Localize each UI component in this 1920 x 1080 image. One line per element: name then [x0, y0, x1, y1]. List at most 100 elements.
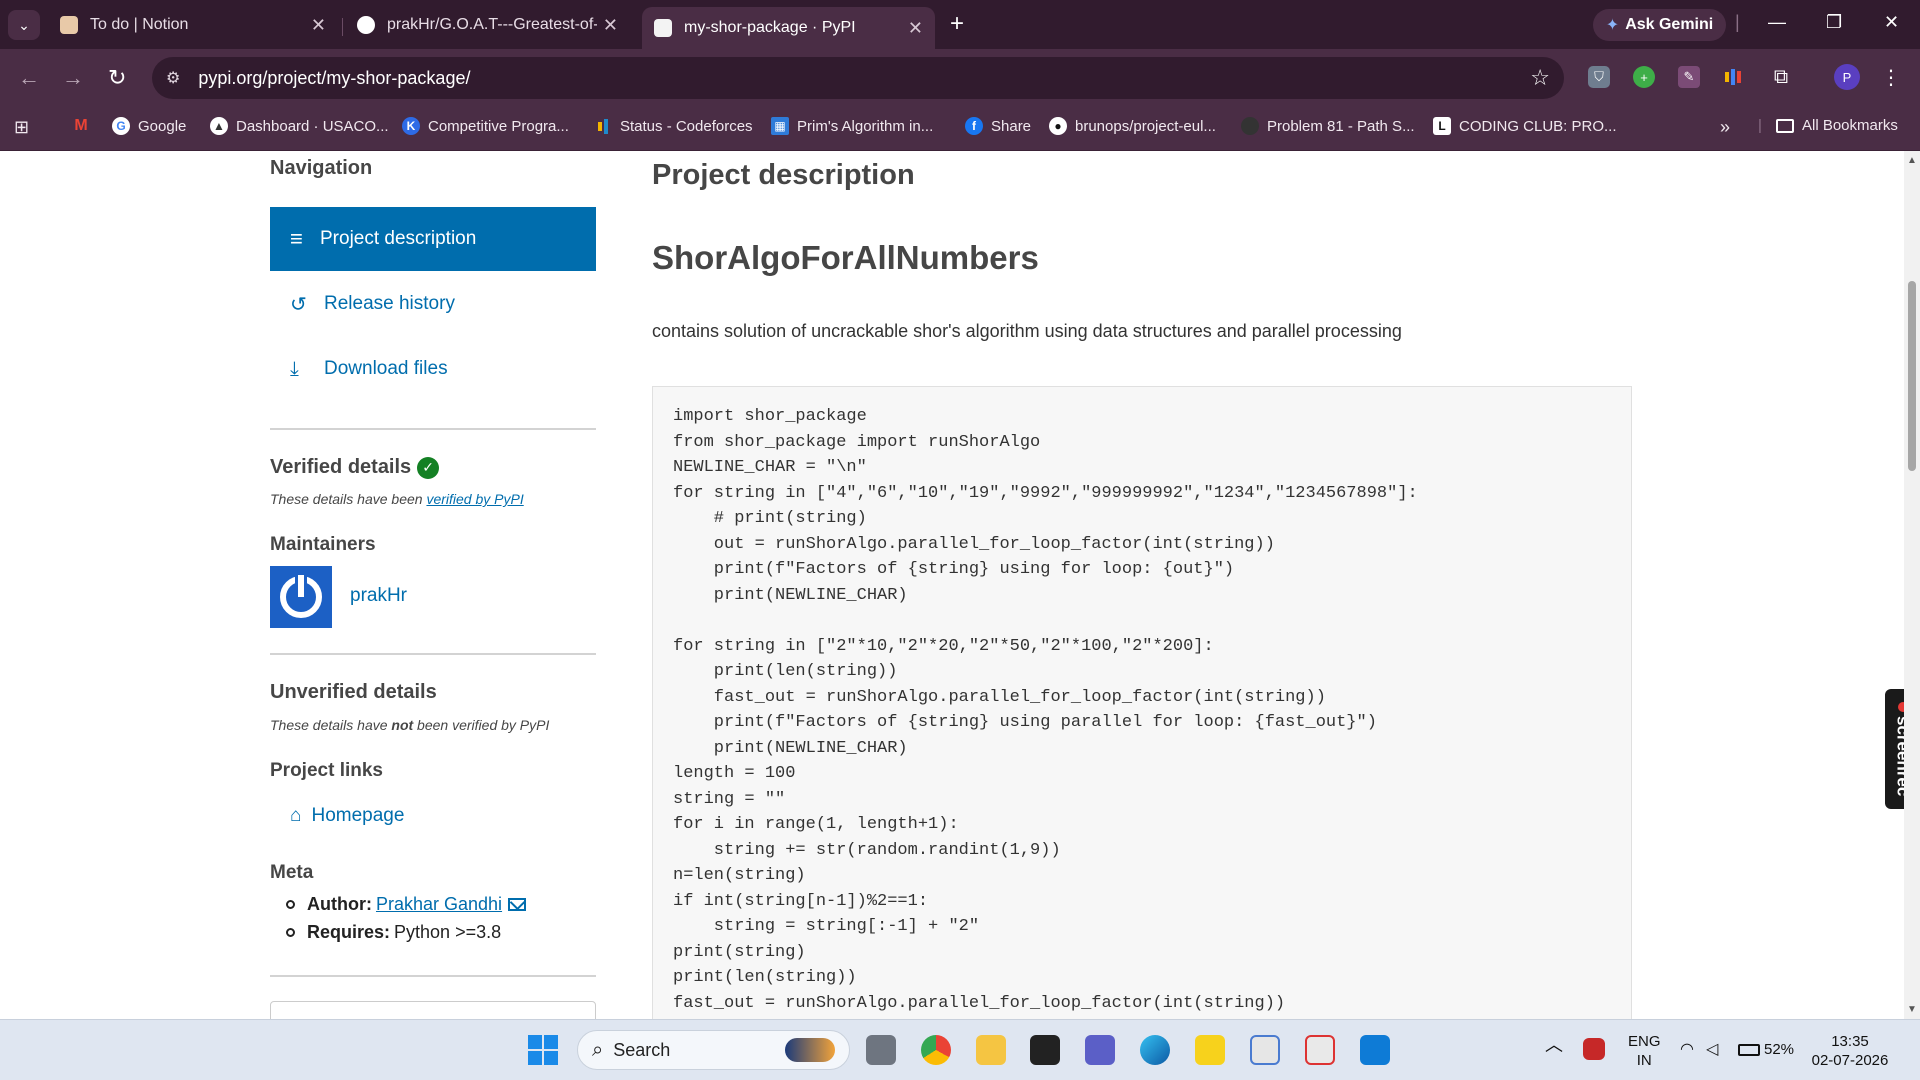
ask-gemini-button[interactable]: ✦ Ask Gemini	[1593, 9, 1726, 41]
edge-icon[interactable]	[1140, 1035, 1170, 1065]
verified-check-icon: ✓	[417, 456, 440, 479]
apps-grid-icon[interactable]: ⊞	[14, 117, 29, 138]
windows-start-icon[interactable]	[528, 1035, 558, 1065]
menu-kebab-icon[interactable]: ⋮	[1880, 66, 1902, 89]
code-line: from shor_package import runShorAlgo	[673, 432, 1041, 452]
notepad-icon[interactable]	[1250, 1035, 1280, 1065]
code-line: for string in ["2"*10,"2"*20,"2"*50,"2"*…	[673, 636, 1214, 656]
maintainer-link[interactable]: prakHr	[350, 585, 407, 607]
reload-button[interactable]: ↻	[108, 65, 126, 91]
tab-pypi[interactable]: my-shor-package · PyPI ✕	[642, 7, 935, 49]
bookmark-star-icon[interactable]: ☆	[1530, 65, 1550, 91]
all-bookmarks-button[interactable]: All Bookmarks	[1776, 117, 1898, 134]
project-links-heading: Project links	[270, 760, 383, 781]
close-tab-icon[interactable]: ✕	[311, 15, 326, 36]
teams-icon[interactable]	[1085, 1035, 1115, 1065]
taskbar-search[interactable]: ⌕ Search	[577, 1030, 850, 1070]
site-info-icon[interactable]: ⚙	[166, 68, 180, 88]
tray-chevron-icon[interactable]: ︿	[1545, 1036, 1563, 1055]
bookmark-cp[interactable]: K Competitive Progra...	[402, 117, 569, 135]
verified-by-pypi-link[interactable]: verified by PyPI	[426, 491, 523, 507]
restore-button[interactable]: ❐	[1826, 12, 1842, 33]
maintainer-avatar[interactable]	[270, 566, 332, 628]
snipping-tool-icon[interactable]	[1305, 1035, 1335, 1065]
nav-download-files[interactable]: ⤓ Download files	[270, 344, 596, 394]
browser-toolbar: ← → ↻ ⚙ pypi.org/project/my-shor-package…	[0, 49, 1920, 107]
chrome-icon[interactable]	[921, 1035, 951, 1065]
shield-extension-icon[interactable]: ⛉	[1588, 66, 1610, 88]
page-content: Navigation ≡ Project description ↺ Relea…	[0, 151, 1920, 1019]
code-block: import shor_packagefrom shor_package imp…	[652, 386, 1632, 1019]
scroll-down-icon[interactable]: ▼	[1907, 1004, 1917, 1015]
code-line: out = runShorAlgo.parallel_for_loop_fact…	[673, 534, 1275, 554]
code-line: print(string)	[673, 942, 806, 962]
color-extension-icon[interactable]: ✎	[1678, 66, 1700, 88]
coding-club-icon: L	[1433, 117, 1451, 135]
back-button[interactable]: ←	[18, 65, 40, 91]
bookmark-brunops[interactable]: ● brunops/project-eul...	[1049, 117, 1216, 135]
wifi-icon[interactable]: ◠	[1680, 1040, 1694, 1059]
package-heading: ShorAlgoForAllNumbers	[652, 239, 1039, 276]
scroll-up-icon[interactable]: ▲	[1907, 155, 1917, 166]
address-bar[interactable]: ⚙ pypi.org/project/my-shor-package/ ☆	[152, 57, 1564, 99]
task-view-icon[interactable]	[866, 1035, 896, 1065]
extensions-puzzle-icon[interactable]: ⧉	[1770, 66, 1792, 88]
bookmark-google[interactable]: G Google	[112, 117, 186, 135]
scroll-thumb[interactable]	[1908, 281, 1916, 471]
plus-extension-icon[interactable]: +	[1633, 66, 1655, 88]
code-line: NEWLINE_CHAR = "\n"	[673, 458, 867, 477]
clock[interactable]: 13:35 02-07-2026	[1810, 1032, 1890, 1070]
bookmark-share[interactable]: f Share	[965, 117, 1031, 135]
tab-notion[interactable]: To do | Notion ✕	[48, 7, 338, 43]
grid-icon: ▦	[771, 117, 789, 135]
code-line: fast_out = runShorAlgo.parallel_for_loop…	[673, 687, 1326, 707]
battery-indicator[interactable]: 52%	[1738, 1040, 1794, 1059]
mail-icon[interactable]	[508, 898, 527, 911]
homepage-link[interactable]: ⌂ Homepage	[290, 805, 404, 827]
bar-chart-extension-icon[interactable]	[1722, 66, 1744, 88]
tab-search-button[interactable]: ⌄	[8, 10, 40, 40]
tab-github[interactable]: prakHr/G.O.A.T---Greatest-of-a ✕	[345, 7, 630, 43]
gmail-bookmark[interactable]: M	[72, 117, 98, 135]
gemini-label: Ask Gemini	[1625, 16, 1714, 33]
navigation-heading: Navigation	[270, 157, 373, 179]
tray-app-icon[interactable]	[1583, 1038, 1605, 1060]
close-window-button[interactable]: ✕	[1884, 12, 1899, 33]
code-line: string = ""	[673, 789, 786, 809]
facebook-icon: f	[965, 117, 983, 135]
terminal-icon[interactable]	[1030, 1035, 1060, 1065]
nav-release-history[interactable]: ↺ Release history	[270, 279, 596, 329]
page-scrollbar[interactable]: ▲ ▼	[1904, 151, 1920, 1019]
align-left-icon: ≡	[290, 226, 303, 251]
close-tab-icon[interactable]: ✕	[908, 18, 923, 39]
meta-author: Author: Prakhar Gandhi	[286, 894, 527, 915]
bookmark-prims[interactable]: ▦ Prim's Algorithm in...	[771, 117, 933, 135]
folder-icon	[1776, 118, 1794, 133]
bookmark-usaco[interactable]: ▲ Dashboard · USACO...	[210, 117, 389, 135]
meta-requires: Requires: Python >=3.8	[286, 922, 501, 943]
more-bookmarks-icon[interactable]: »	[1720, 117, 1730, 138]
vscode-icon[interactable]	[1360, 1035, 1390, 1065]
profile-avatar[interactable]: P	[1834, 64, 1860, 90]
unverified-details-heading: Unverified details	[270, 681, 437, 703]
bookmark-problem81[interactable]: Problem 81 - Path S...	[1241, 117, 1415, 135]
code-line: import shor_package	[673, 407, 867, 426]
nav-project-description[interactable]: ≡ Project description	[270, 207, 596, 271]
bookmark-coding-club[interactable]: L CODING CLUB: PRO...	[1433, 117, 1617, 135]
code-line: print(f"Factors of {string} using parall…	[673, 713, 1377, 732]
url-text[interactable]: pypi.org/project/my-shor-package/	[198, 68, 470, 89]
author-link[interactable]: Prakhar Gandhi	[376, 894, 502, 915]
code-line: for i in range(1, length+1):	[673, 815, 959, 834]
code-line: for string in ["4","6","10","19","9992",…	[673, 483, 1418, 503]
sticky-notes-icon[interactable]	[1195, 1035, 1225, 1065]
minimize-button[interactable]: —	[1768, 12, 1786, 33]
close-tab-icon[interactable]: ✕	[603, 15, 618, 36]
volume-icon[interactable]: ◁	[1706, 1040, 1718, 1059]
language-indicator[interactable]: ENG IN	[1628, 1032, 1661, 1070]
file-explorer-icon[interactable]	[976, 1035, 1006, 1065]
windows-taskbar: ⌕ Search ︿ ENG IN ◠ ◁ 52% 13:35 02-07-2026	[0, 1019, 1920, 1080]
new-tab-button[interactable]: +	[950, 10, 964, 38]
forward-button[interactable]: →	[62, 65, 84, 91]
bookmark-codeforces[interactable]: Status - Codeforces	[594, 117, 753, 135]
tab-title: prakHr/G.O.A.T---Greatest-of-a	[387, 16, 597, 33]
